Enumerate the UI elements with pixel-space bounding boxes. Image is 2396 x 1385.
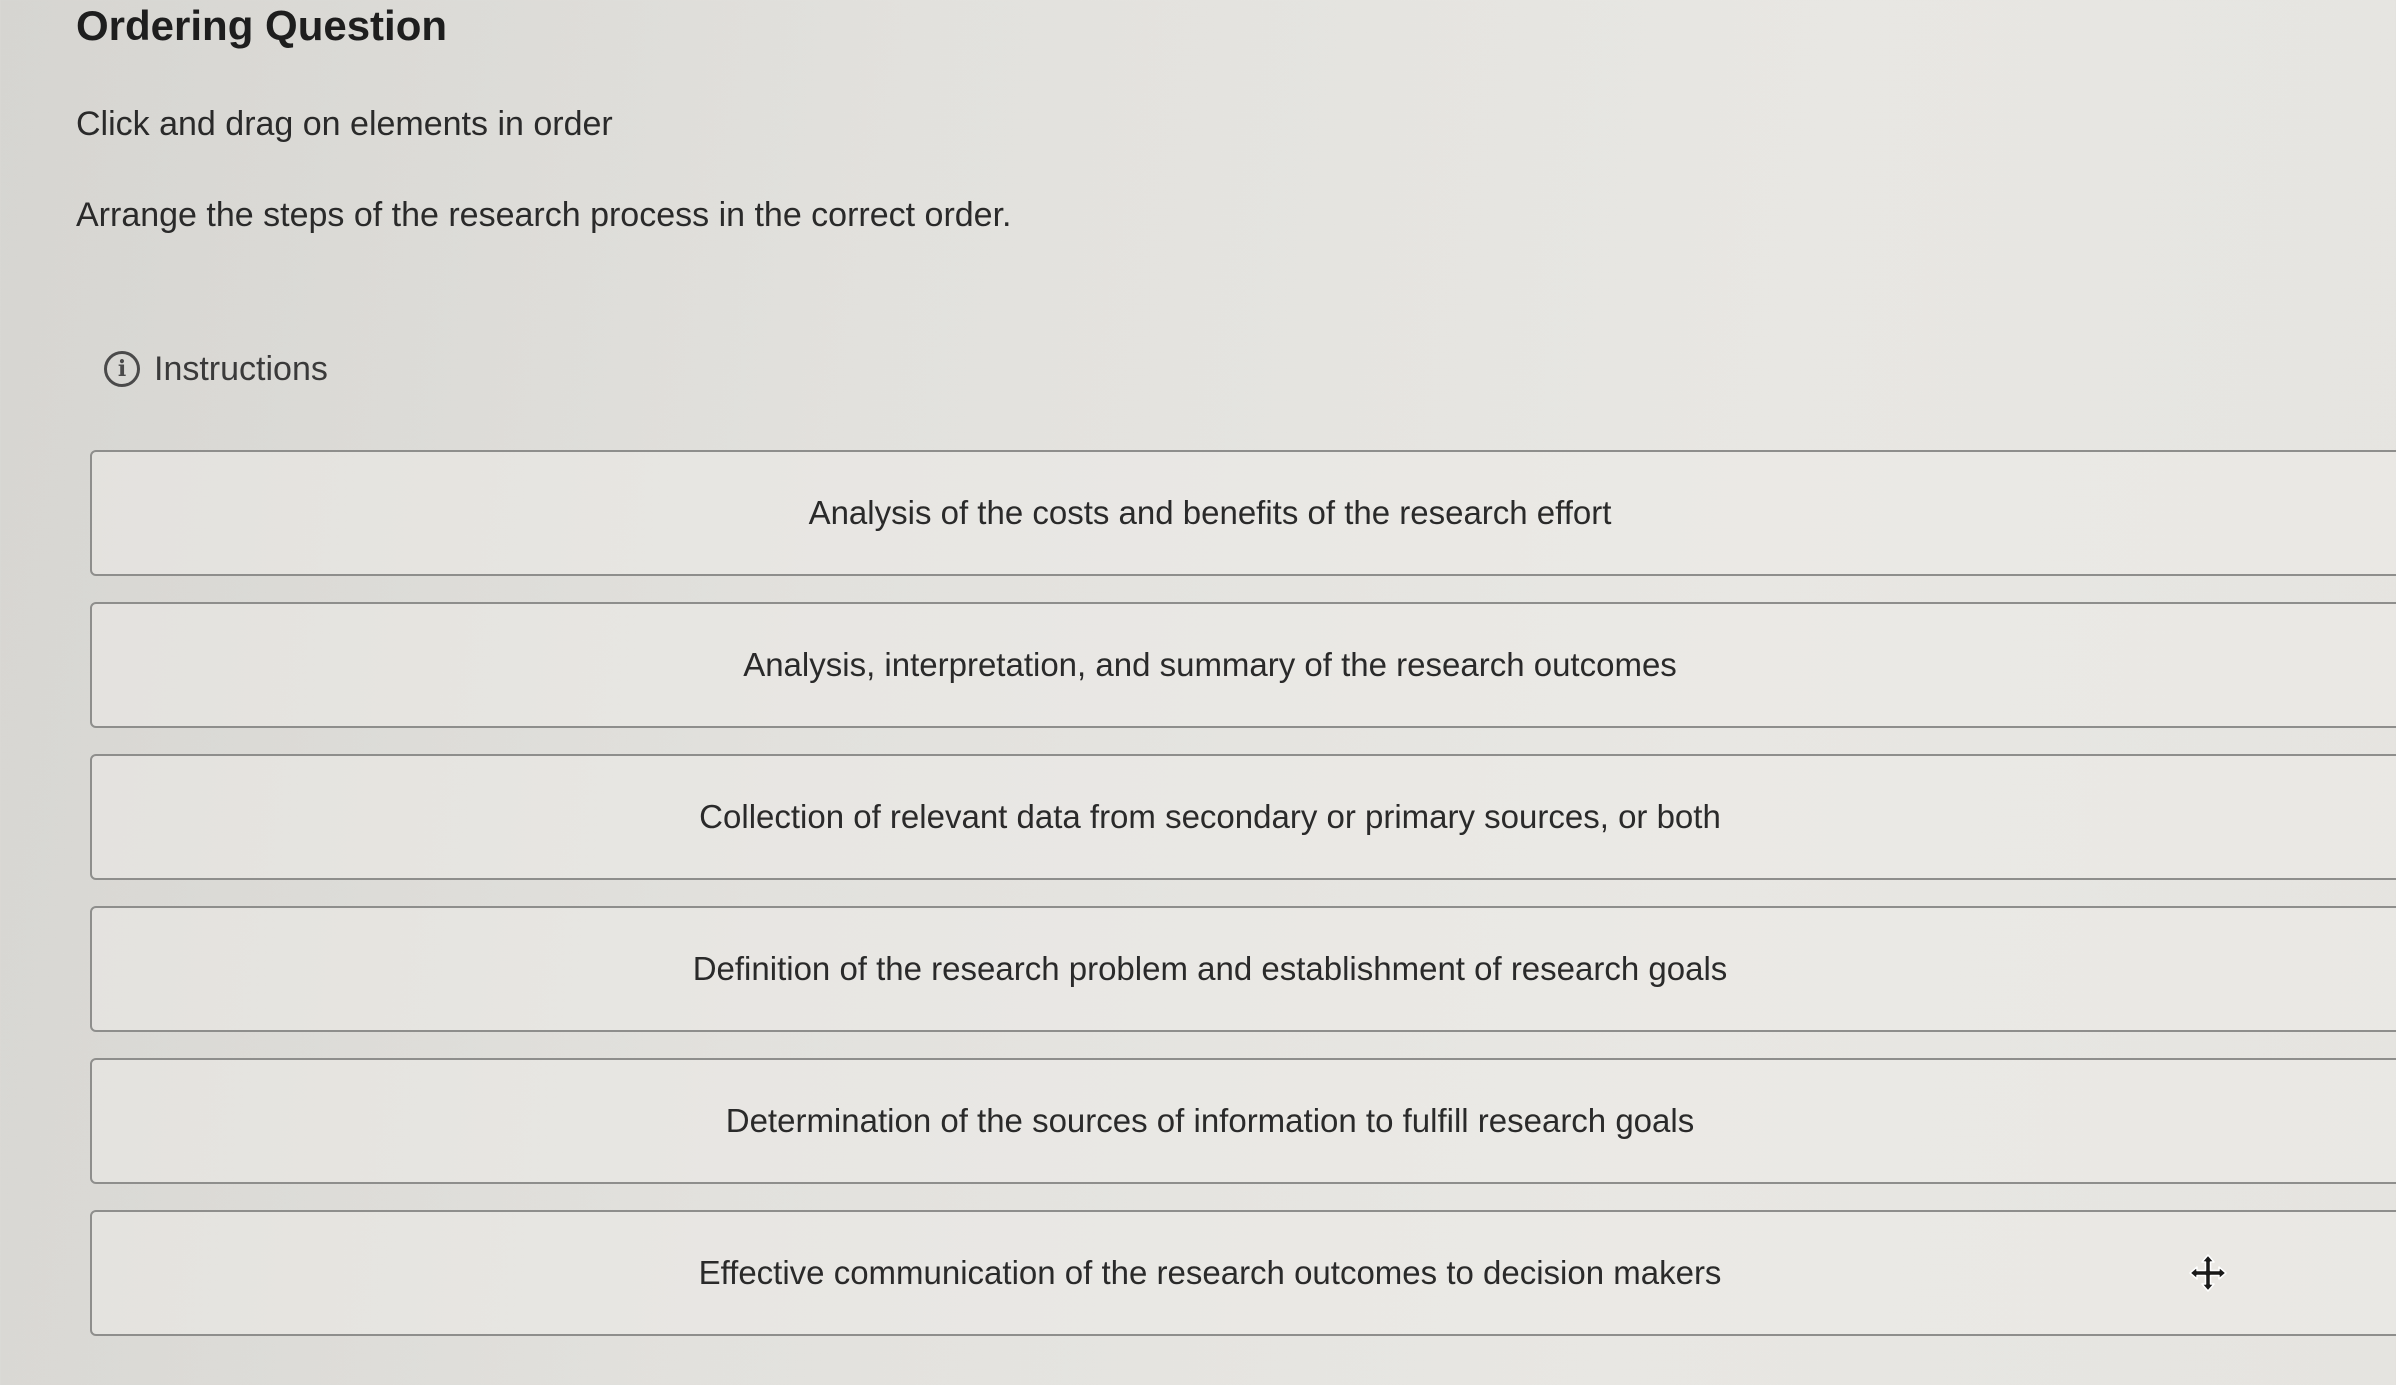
ordering-item[interactable]: Analysis of the costs and benefits of th… — [90, 450, 2396, 576]
ordering-item[interactable]: Analysis, interpretation, and summary of… — [90, 602, 2396, 728]
ordering-item[interactable]: Collection of relevant data from seconda… — [90, 754, 2396, 880]
ordering-item-label: Determination of the sources of informat… — [725, 1102, 1695, 1139]
ordering-item[interactable]: Determination of the sources of informat… — [90, 1058, 2396, 1184]
question-prompt: Arrange the steps of the research proces… — [76, 196, 1012, 234]
ordering-item[interactable]: Definition of the research problem and e… — [90, 906, 2396, 1032]
ordering-item-label: Collection of relevant data from seconda… — [699, 798, 1721, 835]
move-cursor-icon — [2189, 1254, 2227, 1292]
instructions-toggle[interactable]: i Instructions — [104, 344, 328, 394]
ordering-item[interactable]: Effective communication of the research … — [90, 1210, 2396, 1336]
question-subtitle: Click and drag on elements in order — [76, 105, 613, 143]
ordering-list: Analysis of the costs and benefits of th… — [90, 450, 2396, 1362]
ordering-item-label: Analysis of the costs and benefits of th… — [808, 494, 1612, 531]
ordering-item-label: Effective communication of the research … — [698, 1254, 1722, 1291]
ordering-item-label: Definition of the research problem and e… — [692, 950, 1728, 987]
ordering-item-label: Analysis, interpretation, and summary of… — [743, 646, 1677, 683]
question-title: Ordering Question — [76, 2, 448, 49]
instructions-label: Instructions — [154, 349, 328, 388]
info-icon: i — [104, 351, 140, 387]
